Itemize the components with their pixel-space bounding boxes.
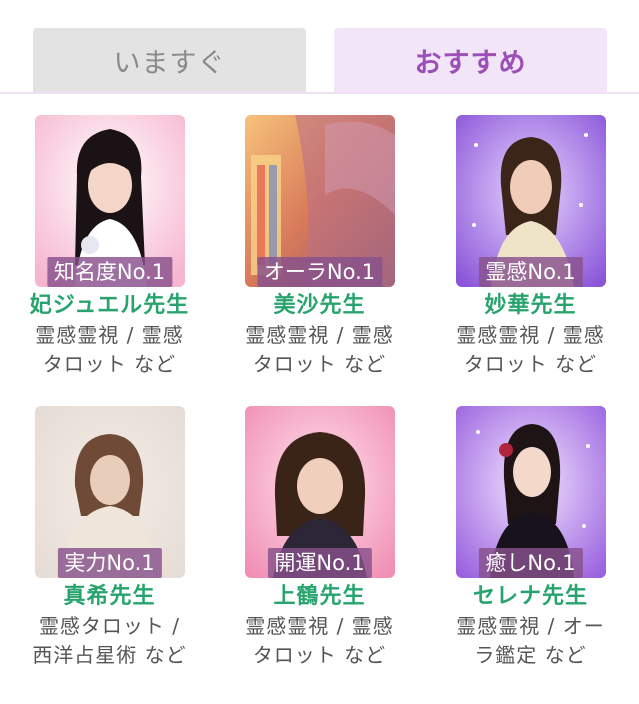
fortune-teller-name: 真希先生: [63, 584, 156, 609]
fortune-teller-genre: タロット など: [42, 352, 177, 376]
fortune-teller-name: 妃ジュエル先生: [29, 293, 190, 318]
fortune-teller-card[interactable]: 癒しNo.1 セレナ先生 霊感霊視 / オー ラ鑑定 など: [424, 406, 637, 670]
fortune-teller-genre: 霊感霊視 / 霊感: [245, 323, 394, 347]
fortune-teller-grid: 知名度No.1 妃ジュエル先生 霊感霊視 / 霊感 タロット など オーラNo.…: [0, 95, 639, 704]
tab-recommended[interactable]: おすすめ: [334, 28, 607, 92]
fortune-teller-photo: 実力No.1: [34, 406, 185, 578]
fortune-teller-card[interactable]: 霊感No.1 妙華先生 霊感霊視 / 霊感 タロット など: [424, 115, 637, 379]
tab-underline: [0, 92, 639, 94]
fortune-teller-genre: タロット など: [252, 643, 387, 667]
fortune-teller-name: 美沙先生: [273, 293, 366, 318]
fortune-teller-genre: 西洋占星術 など: [32, 643, 187, 667]
rank-badge: 霊感No.1: [478, 257, 583, 287]
fortune-teller-genre: 霊感霊視 / 霊感: [456, 323, 605, 347]
fortune-teller-card[interactable]: 知名度No.1 妃ジュエル先生 霊感霊視 / 霊感 タロット など: [3, 115, 216, 379]
fortune-teller-photo: オーラNo.1: [244, 115, 395, 287]
fortune-teller-genre: ラ鑑定 など: [474, 643, 587, 667]
rank-badge: 癒しNo.1: [478, 548, 583, 578]
rank-badge: 実力No.1: [57, 548, 162, 578]
fortune-teller-card[interactable]: 開運No.1 上鶴先生 霊感霊視 / 霊感 タロット など: [213, 406, 426, 670]
fortune-teller-card[interactable]: オーラNo.1 美沙先生 霊感霊視 / 霊感 タロット など: [213, 115, 426, 379]
fortune-teller-name: セレナ先生: [472, 584, 588, 609]
rank-badge: 知名度No.1: [46, 257, 173, 287]
fortune-teller-genre: 霊感霊視 / オー: [456, 614, 605, 638]
fortune-teller-genre: 霊感霊視 / 霊感: [245, 614, 394, 638]
rank-badge: 開運No.1: [267, 548, 372, 578]
fortune-teller-genre: タロット など: [463, 352, 598, 376]
fortune-teller-photo: 霊感No.1: [455, 115, 606, 287]
fortune-teller-name: 上鶴先生: [273, 584, 366, 609]
fortune-teller-genre: 霊感霊視 / 霊感: [35, 323, 184, 347]
tab-bar: いますぐ おすすめ: [0, 0, 639, 95]
fortune-teller-name: 妙華先生: [484, 293, 577, 318]
tab-now[interactable]: いますぐ: [33, 28, 306, 92]
fortune-teller-photo: 知名度No.1: [34, 115, 185, 287]
fortune-teller-photo: 癒しNo.1: [455, 406, 606, 578]
fortune-teller-genre: タロット など: [252, 352, 387, 376]
rank-badge: オーラNo.1: [256, 257, 383, 287]
fortune-teller-card[interactable]: 実力No.1 真希先生 霊感タロット / 西洋占星術 など: [3, 406, 216, 670]
fortune-teller-photo: 開運No.1: [244, 406, 395, 578]
fortune-teller-genre: 霊感タロット /: [38, 614, 181, 638]
